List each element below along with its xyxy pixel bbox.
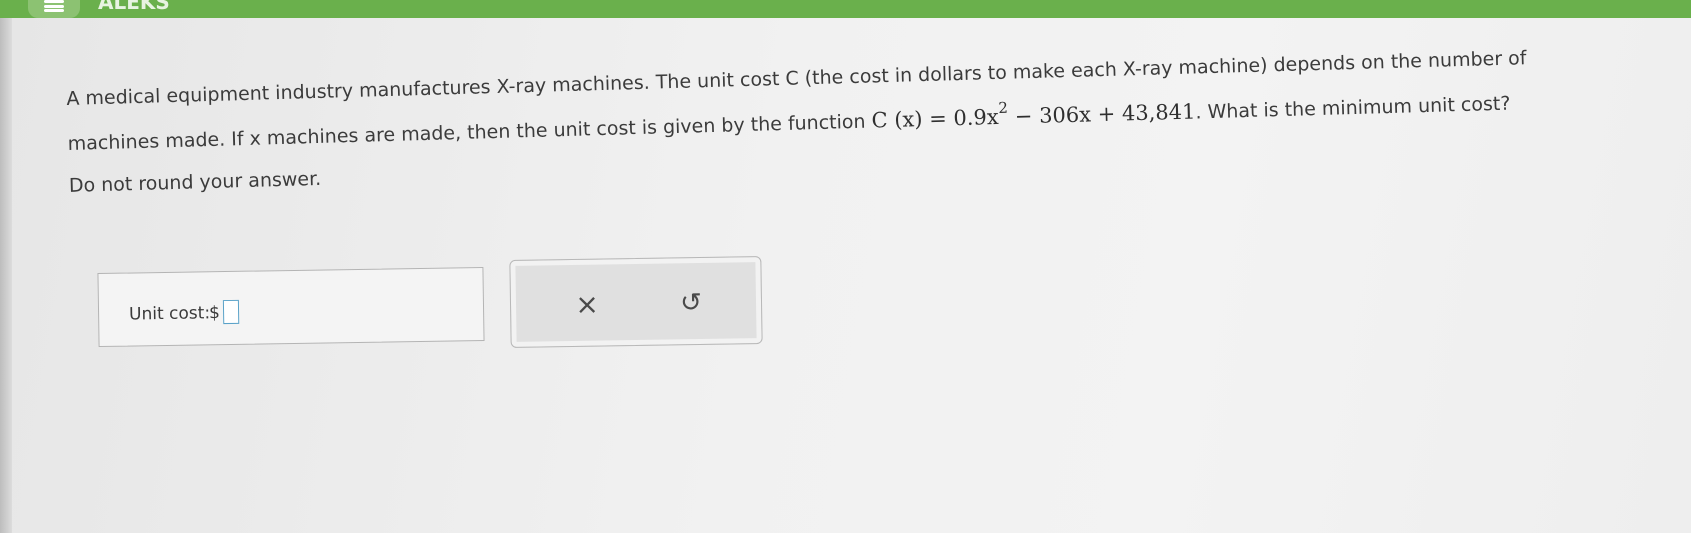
undo-button[interactable]: ↺	[661, 280, 722, 325]
instruction-text: Do not round your answer.	[68, 167, 322, 197]
brand-logo: ALEKS	[98, 0, 170, 14]
currency-symbol: $	[208, 303, 221, 324]
undo-icon: ↺	[679, 287, 703, 319]
cost-formula: C (x) = 0.9x2 − 306x + 43,841	[871, 98, 1196, 133]
unit-cost-label: Unit cost:	[128, 303, 211, 325]
unit-cost-input[interactable]	[222, 299, 240, 325]
menu-icon-bar	[44, 0, 64, 3]
question-line-2-suffix: . What is the minimum unit cost?	[1195, 92, 1511, 124]
question-line-2-prefix: machines made. If x machines are made, t…	[67, 110, 866, 155]
page: ALEKS A medical equipment industry manuf…	[0, 0, 1691, 533]
clear-button[interactable]: ×	[557, 281, 618, 326]
close-icon: ×	[575, 287, 600, 321]
formula-exponent: 2	[998, 98, 1009, 117]
menu-icon-bar	[44, 9, 64, 12]
answer-box: Unit cost: $	[97, 266, 485, 348]
formula-rhs: − 306x + 43,841	[1007, 99, 1196, 129]
formula-lhs: C (x) = 0.9x	[871, 104, 999, 133]
top-bar: ALEKS	[0, 0, 1691, 18]
left-edge	[0, 0, 12, 533]
action-panel: × ↺	[509, 256, 763, 348]
menu-icon-bar	[44, 4, 64, 8]
hamburger-menu-icon[interactable]	[44, 0, 64, 12]
